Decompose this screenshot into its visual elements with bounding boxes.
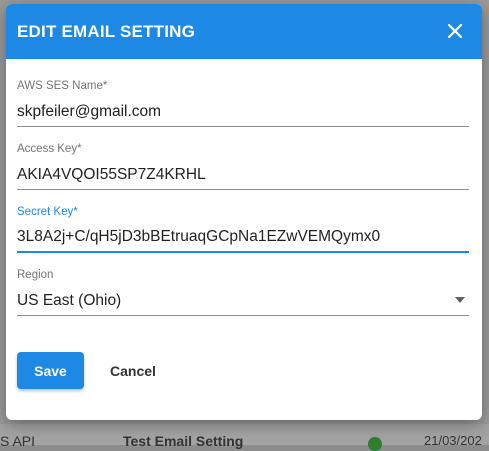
cancel-button[interactable]: Cancel (98, 352, 168, 389)
background-left-text: S API (0, 433, 36, 449)
ses-name-label: AWS SES Name* (17, 80, 108, 92)
edit-email-dialog: EDIT EMAIL SETTING AWS SES Name* Access … (6, 4, 482, 420)
secret-key-label: Secret Key* (17, 206, 78, 218)
region-select-value: US East (Ohio) (17, 292, 122, 309)
dialog-title: EDIT EMAIL SETTING (17, 22, 196, 41)
dialog-header: EDIT EMAIL SETTING (6, 4, 482, 59)
background-test-email-setting: Test Email Setting (123, 433, 244, 449)
region-label: Region (17, 269, 54, 281)
secret-key-field: Secret Key* (17, 205, 469, 253)
access-key-input[interactable] (17, 160, 469, 190)
region-field: Region US East (Ohio) (17, 268, 469, 316)
chevron-down-icon (455, 297, 465, 303)
region-select[interactable]: US East (Ohio) (17, 286, 469, 316)
ses-name-input[interactable] (17, 97, 469, 127)
background-table-row (0, 424, 489, 445)
save-button[interactable]: Save (17, 352, 84, 389)
access-key-field: Access Key* (17, 142, 469, 190)
secret-key-input[interactable] (17, 223, 469, 253)
access-key-label: Access Key* (17, 143, 82, 155)
ses-name-field: AWS SES Name* (17, 79, 469, 127)
status-dot-icon (368, 437, 382, 451)
close-icon[interactable] (442, 18, 468, 44)
background-date-text: 21/03/202 (424, 433, 482, 448)
